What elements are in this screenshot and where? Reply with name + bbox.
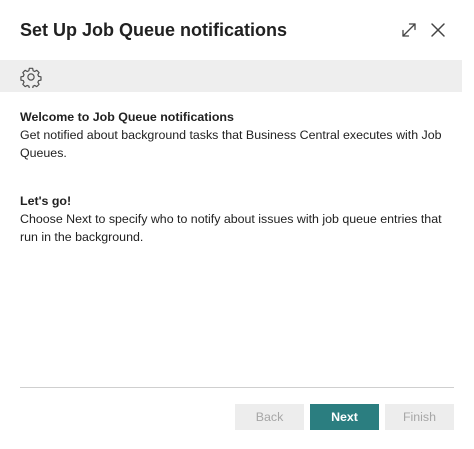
dialog-title: Set Up Job Queue notifications [20, 20, 288, 40]
next-button[interactable]: Next [310, 404, 379, 430]
letsgo-section: Let's go! Choose Next to specify who to … [20, 192, 460, 246]
close-icon[interactable] [429, 21, 447, 39]
wizard-content: Welcome to Job Queue notifications Get n… [20, 108, 460, 246]
action-bar [0, 60, 462, 92]
letsgo-heading: Let's go! [20, 194, 72, 208]
welcome-heading: Welcome to Job Queue notifications [20, 110, 234, 124]
back-button[interactable]: Back [235, 404, 304, 430]
dialog-header: Set Up Job Queue notifications [0, 0, 474, 60]
finish-button[interactable]: Finish [385, 404, 454, 430]
expand-icon[interactable] [400, 21, 418, 39]
footer-divider [20, 387, 454, 388]
gear-icon[interactable] [20, 66, 42, 88]
welcome-text: Get notified about background tasks that… [20, 128, 442, 160]
letsgo-text: Choose Next to specify who to notify abo… [20, 212, 442, 244]
setup-dialog: Set Up Job Queue notifications Welcome t… [0, 0, 474, 449]
toolbar-edge [462, 60, 474, 92]
